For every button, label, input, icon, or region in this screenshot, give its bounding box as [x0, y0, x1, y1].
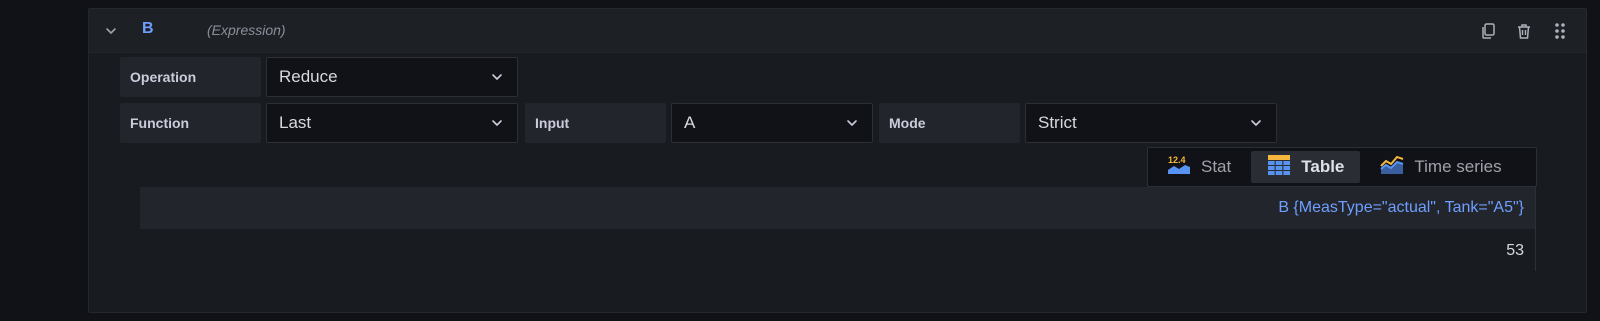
input-label: Input	[525, 103, 666, 143]
drag-handle-icon[interactable]	[1550, 21, 1570, 41]
expression-query-card: B (Expression) Operation Reduce Function…	[88, 8, 1587, 313]
input-select-value: A	[684, 113, 696, 132]
input-select[interactable]: A	[671, 103, 873, 143]
visualization-toggle: 12.4 Stat Table Time series	[1147, 147, 1537, 187]
toggle-table[interactable]: Table	[1251, 151, 1361, 183]
toggle-stat-label: Stat	[1201, 157, 1232, 176]
trash-icon[interactable]	[1514, 21, 1534, 41]
function-label: Function	[120, 103, 261, 143]
operation-select-value: Reduce	[279, 67, 338, 86]
chevron-down-icon	[847, 120, 857, 126]
query-type-label: (Expression)	[207, 22, 286, 38]
table-icon	[1267, 154, 1291, 181]
page: B (Expression) Operation Reduce Function…	[0, 0, 1600, 321]
mode-select-value: Strict	[1038, 113, 1077, 132]
duplicate-icon[interactable]	[1478, 21, 1498, 41]
toggle-table-label: Table	[1301, 157, 1345, 176]
mode-select[interactable]: Strict	[1025, 103, 1277, 143]
table-row: 53	[1506, 242, 1524, 259]
chevron-down-icon	[1251, 120, 1261, 126]
function-select[interactable]: Last	[266, 103, 518, 143]
query-header: B (Expression)	[89, 9, 1586, 53]
stat-icon-text: 12.4	[1168, 155, 1186, 165]
mode-label: Mode	[879, 103, 1020, 143]
chevron-down-icon	[492, 120, 502, 126]
chevron-down-icon	[492, 74, 502, 80]
toggle-stat[interactable]: 12.4 Stat	[1151, 151, 1247, 183]
stat-icon: 12.4	[1167, 154, 1191, 181]
header-actions	[1478, 21, 1570, 41]
time-series-icon	[1380, 154, 1404, 181]
toggle-time-series-label: Time series	[1414, 157, 1502, 176]
table-divider	[1535, 187, 1536, 271]
operation-select[interactable]: Reduce	[266, 57, 518, 97]
toggle-time-series[interactable]: Time series	[1364, 151, 1517, 183]
query-name[interactable]: B	[142, 20, 154, 38]
function-select-value: Last	[279, 113, 312, 132]
operation-label: Operation	[120, 57, 261, 97]
chevron-down-icon[interactable]	[103, 23, 119, 39]
table-column-header[interactable]: B {MeasType="actual", Tank="A5"}	[140, 187, 1536, 229]
